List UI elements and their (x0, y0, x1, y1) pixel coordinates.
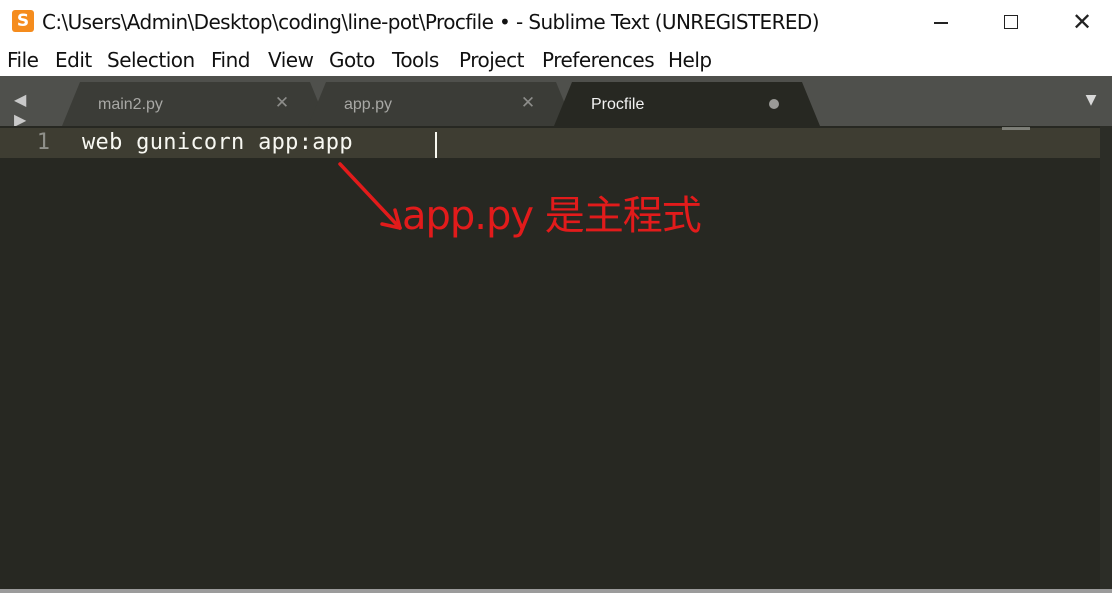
maximize-button[interactable] (988, 0, 1034, 44)
close-button[interactable]: ✕ (1058, 0, 1104, 44)
sublime-text-icon: S (12, 10, 34, 32)
close-icon[interactable]: ✕ (274, 92, 290, 114)
tab-bar: ◀ ▶ main2.py ✕ app.py ✕ Procfile ▼ (0, 76, 1112, 129)
vertical-scrollbar[interactable] (1100, 126, 1112, 589)
tab-app-py[interactable]: app.py ✕ (308, 82, 574, 126)
menu-goto[interactable]: Goto (329, 48, 375, 72)
tab-nav-arrows[interactable]: ◀ ▶ (14, 90, 54, 129)
menu-file[interactable]: File (7, 48, 39, 72)
maximize-icon (1004, 15, 1018, 29)
text-cursor (435, 132, 437, 158)
menu-help[interactable]: Help (668, 48, 712, 72)
menu-view[interactable]: View (268, 48, 314, 72)
app-icon-glyph: S (16, 11, 30, 31)
annotation-arrow-icon (338, 162, 402, 230)
close-icon: ✕ (1072, 8, 1093, 36)
gutter-line: 1 (0, 128, 74, 158)
tab-menu-arrow-icon[interactable]: ▼ (1082, 92, 1100, 108)
menu-project[interactable]: Project (459, 48, 524, 72)
menu-find[interactable]: Find (211, 48, 250, 72)
line-number: 1 (36, 130, 50, 155)
menu-edit[interactable]: Edit (55, 48, 92, 72)
minimap[interactable] (1002, 127, 1030, 130)
unsaved-dot-icon[interactable] (769, 99, 779, 109)
annotation-label: app.py 是主程式 (402, 193, 702, 239)
tab-label: Procfile (591, 96, 645, 113)
minimize-button[interactable] (918, 0, 964, 44)
code-line[interactable]: web gunicorn app:app (74, 128, 1100, 158)
code-text[interactable]: web gunicorn app:app (82, 128, 353, 158)
status-strip (0, 589, 1112, 593)
menu-tools[interactable]: Tools (392, 48, 439, 72)
menu-bar: File Edit Selection Find View Goto Tools… (0, 44, 1112, 76)
close-icon[interactable]: ✕ (520, 92, 536, 114)
window-title: C:\Users\Admin\Desktop\coding\line-pot\P… (42, 10, 820, 34)
title-bar: S C:\Users\Admin\Desktop\coding\line-pot… (0, 0, 1112, 44)
tab-procfile[interactable]: Procfile (554, 82, 820, 126)
tab-label: app.py (344, 96, 393, 113)
tab-main2-py[interactable]: main2.py ✕ (62, 82, 328, 126)
tab-label: main2.py (98, 96, 163, 113)
menu-preferences[interactable]: Preferences (542, 48, 655, 72)
menu-selection[interactable]: Selection (107, 48, 195, 72)
minimize-icon (934, 22, 948, 24)
